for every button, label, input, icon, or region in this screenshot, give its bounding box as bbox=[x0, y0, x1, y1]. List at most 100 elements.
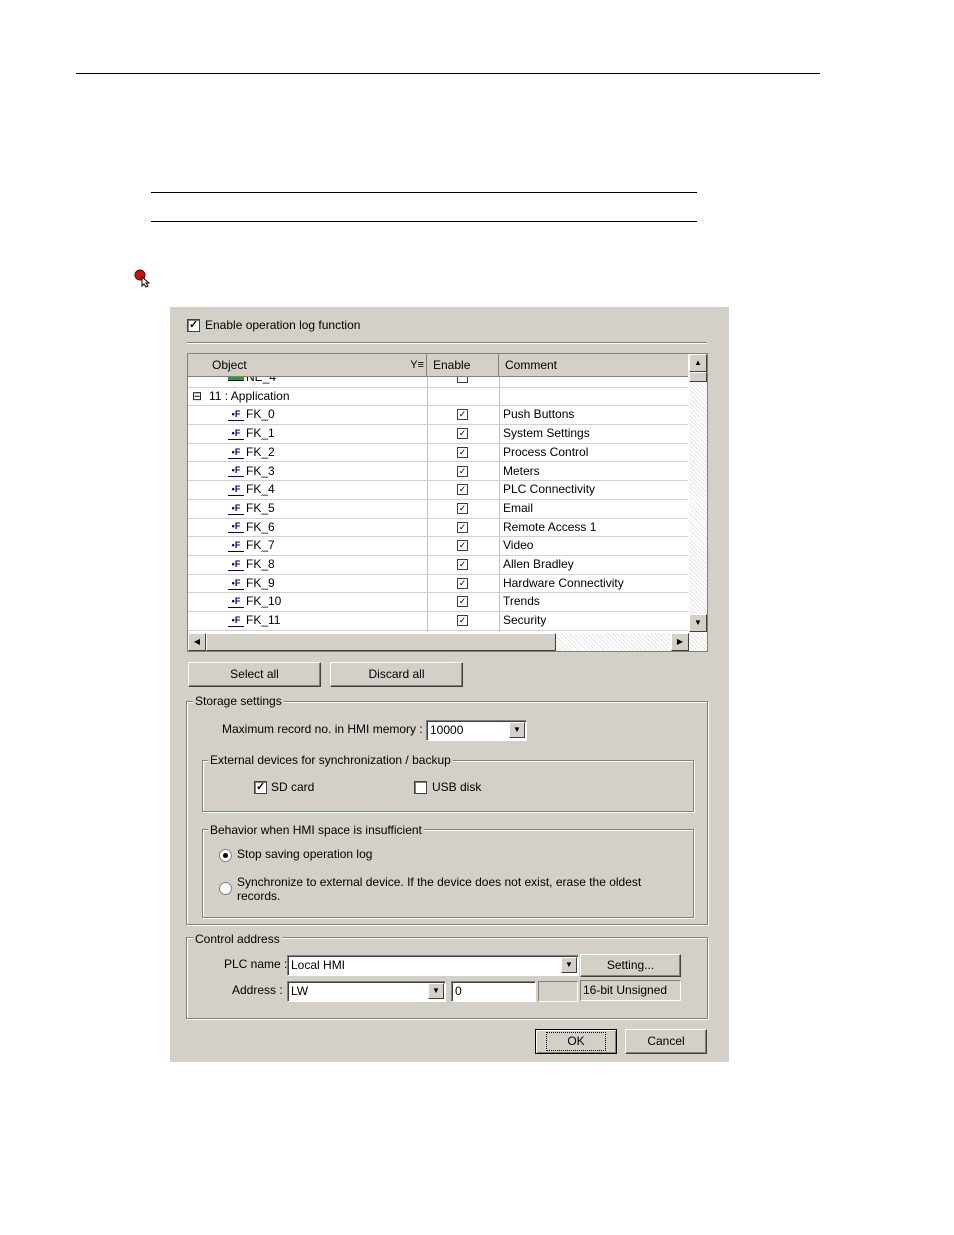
comment-cell: Hardware Connectivity bbox=[503, 575, 624, 590]
comment-cell: System Settings bbox=[503, 426, 590, 441]
function-key-icon: •F bbox=[228, 409, 244, 422]
object-name: FK_6 bbox=[246, 519, 275, 534]
plc-name-label: PLC name : bbox=[224, 957, 288, 971]
enable-checkbox[interactable]: ✓ bbox=[457, 540, 468, 552]
object-name: FK_4 bbox=[246, 482, 275, 497]
function-key-icon: •F bbox=[228, 596, 244, 609]
chevron-down-icon[interactable]: ▼ bbox=[509, 722, 525, 738]
scroll-left-arrow-icon[interactable]: ◀ bbox=[188, 633, 206, 651]
object-cell: •F FK_1 bbox=[228, 424, 275, 442]
object-cell: •F FK_2 bbox=[228, 443, 275, 461]
table-row[interactable]: •F FK_10 ✓ Trends bbox=[188, 592, 688, 613]
enable-checkbox[interactable]: ✓ bbox=[457, 484, 468, 496]
click-pointer-icon bbox=[133, 268, 155, 288]
comment-cell: Security bbox=[503, 613, 547, 628]
chevron-down-icon[interactable]: ▼ bbox=[561, 957, 577, 973]
horizontal-scroll-thumb[interactable] bbox=[206, 633, 556, 651]
enable-checkbox[interactable]: ✓ bbox=[457, 409, 468, 421]
ok-button[interactable]: OK bbox=[535, 1029, 617, 1054]
select-all-button[interactable]: Select all bbox=[188, 662, 321, 687]
table-row[interactable]: •F FK_3 ✓ Meters bbox=[188, 462, 688, 482]
enable-checkbox[interactable]: ✓ bbox=[457, 446, 468, 458]
vertical-scroll-thumb[interactable] bbox=[689, 372, 707, 382]
comment-cell: Allen Bradley bbox=[503, 557, 574, 571]
section-rule-bottom bbox=[151, 221, 697, 222]
enable-checkbox[interactable]: ✓ bbox=[457, 502, 468, 514]
plc-name-select[interactable]: Local HMI ▼ bbox=[287, 955, 579, 976]
enable-checkbox[interactable]: ✓ bbox=[457, 521, 468, 533]
enable-checkbox[interactable]: ✓ bbox=[457, 428, 468, 440]
object-name: FK_2 bbox=[246, 444, 275, 459]
collapse-toggle-icon[interactable]: ⊟ bbox=[192, 387, 202, 405]
max-record-select[interactable]: 10000 ▼ bbox=[426, 720, 527, 741]
object-name: FK_11 bbox=[246, 613, 281, 628]
cancel-button[interactable]: Cancel bbox=[625, 1029, 707, 1054]
object-cell: •F FK_8 bbox=[228, 555, 275, 573]
chevron-down-icon[interactable]: ▼ bbox=[428, 983, 444, 999]
filter-icon[interactable]: Y≡ bbox=[410, 354, 424, 376]
stop-saving-radio[interactable] bbox=[219, 849, 232, 862]
function-key-icon: •F bbox=[228, 559, 244, 571]
object-grid[interactable]: Object Y≡ Enable Comment NE_4 ⊟ 11 : Appli… bbox=[187, 353, 708, 652]
sd-card-label: SD card bbox=[271, 780, 315, 794]
comment-cell: Video bbox=[503, 538, 534, 553]
function-key-icon: •F bbox=[228, 465, 244, 478]
column-header-comment[interactable]: Comment bbox=[499, 354, 688, 376]
table-row[interactable]: •F FK_6 ✓ Remote Access 1 bbox=[188, 518, 688, 538]
table-row[interactable]: •F FK_4 ✓ PLC Connectivity bbox=[188, 480, 688, 500]
group-row[interactable]: ⊟ 11 : Application bbox=[188, 387, 688, 407]
scroll-right-arrow-icon[interactable]: ▶ bbox=[671, 633, 689, 651]
function-key-icon: •F bbox=[228, 578, 244, 590]
table-row[interactable]: •F FK_1 ✓ System Settings bbox=[188, 424, 688, 444]
grid-vertical-scrollbar[interactable]: ▲ ▼ bbox=[689, 354, 707, 632]
table-row[interactable]: •F FK_11 ✓ Security bbox=[188, 611, 688, 631]
enable-checkbox[interactable]: ✓ bbox=[457, 559, 468, 570]
table-row[interactable]: •F FK_0 ✓ Push Buttons bbox=[188, 405, 688, 426]
column-header-object[interactable]: Object Y≡ bbox=[188, 354, 427, 376]
enable-checkbox[interactable]: ✓ bbox=[457, 577, 468, 589]
synchronize-label-line2: records. bbox=[237, 889, 281, 903]
table-row[interactable]: •F FK_8 ✓ Allen Bradley bbox=[188, 555, 688, 575]
object-name: FK_8 bbox=[246, 557, 275, 571]
table-row[interactable]: •F FK_2 ✓ Process Control bbox=[188, 443, 688, 463]
max-record-label: Maximum record no. in HMI memory : bbox=[222, 722, 423, 736]
object-name: FK_3 bbox=[246, 463, 275, 478]
function-key-icon: •F bbox=[228, 484, 244, 497]
object-name: FK_9 bbox=[246, 575, 275, 590]
grid-horizontal-scrollbar[interactable]: ◀ ▶ bbox=[188, 633, 707, 651]
enable-checkbox[interactable]: ✓ bbox=[457, 615, 468, 627]
function-key-icon: •F bbox=[228, 447, 244, 459]
object-name: FK_5 bbox=[246, 500, 275, 515]
control-address-title: Control address bbox=[193, 932, 282, 946]
numeric-entry-icon bbox=[228, 377, 244, 382]
synchronize-radio[interactable] bbox=[219, 882, 232, 895]
address-type-select[interactable]: LW ▼ bbox=[287, 981, 446, 1002]
column-header-enable[interactable]: Enable bbox=[427, 354, 499, 376]
address-value-input[interactable]: 0 bbox=[451, 981, 536, 1002]
setting-button[interactable]: Setting... bbox=[580, 954, 681, 977]
scroll-down-arrow-icon[interactable]: ▼ bbox=[689, 614, 707, 632]
object-name: FK_1 bbox=[246, 426, 275, 441]
enable-operation-log-checkbox[interactable] bbox=[187, 319, 200, 332]
table-row[interactable]: •F FK_9 ✓ Hardware Connectivity bbox=[188, 574, 688, 594]
sd-card-checkbox[interactable] bbox=[254, 781, 267, 794]
comment-cell: Process Control bbox=[503, 444, 589, 459]
page-top-rule bbox=[76, 73, 820, 74]
discard-all-button[interactable]: Discard all bbox=[330, 662, 463, 687]
behavior-title: Behavior when HMI space is insufficient bbox=[208, 823, 424, 837]
function-key-icon: •F bbox=[228, 540, 244, 553]
table-row[interactable]: •F FK_7 ✓ Video bbox=[188, 536, 688, 556]
table-row[interactable]: •F FK_5 ✓ Email bbox=[188, 499, 688, 519]
scroll-up-arrow-icon[interactable]: ▲ bbox=[689, 354, 707, 372]
data-type-display: 16-bit Unsigned bbox=[580, 980, 681, 1001]
object-cell: •F FK_10 bbox=[228, 592, 281, 610]
function-key-icon: •F bbox=[228, 503, 244, 515]
behavior-group bbox=[202, 829, 694, 918]
object-cell: •F FK_5 bbox=[228, 499, 275, 517]
object-name: FK_0 bbox=[246, 407, 275, 422]
function-key-icon: •F bbox=[228, 521, 244, 534]
enable-checkbox[interactable]: ✓ bbox=[457, 596, 468, 608]
enable-checkbox[interactable]: ✓ bbox=[457, 465, 468, 477]
enable-checkbox[interactable] bbox=[457, 377, 468, 383]
usb-disk-checkbox[interactable] bbox=[414, 781, 427, 794]
